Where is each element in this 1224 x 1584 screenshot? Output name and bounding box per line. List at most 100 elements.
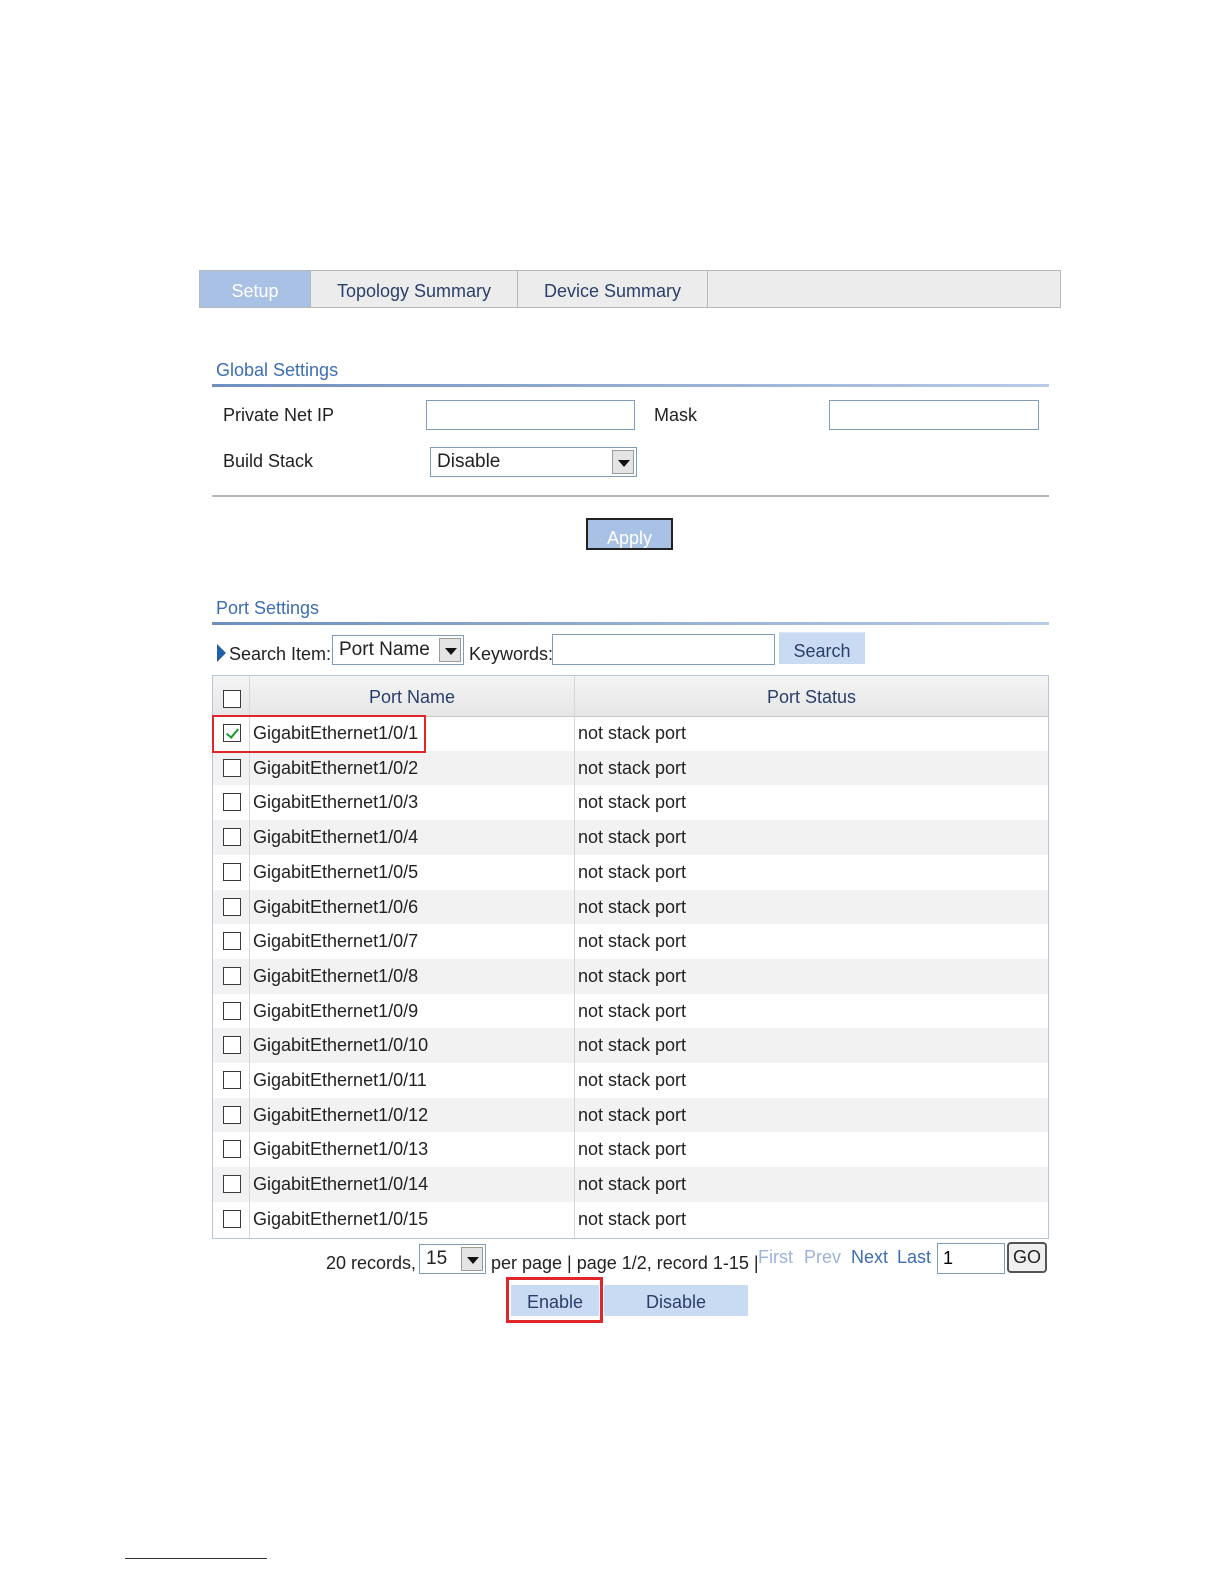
port-status-cell: not stack port (578, 1104, 687, 1125)
row-checkbox[interactable] (223, 1175, 241, 1194)
build-stack-label: Build Stack (223, 451, 314, 471)
port-status-cell: not stack port (578, 1070, 687, 1090)
port-settings-divider (212, 622, 1049, 625)
chevron-down-icon[interactable] (461, 1247, 483, 1271)
port-status-cell: not stack port (578, 723, 687, 743)
port-settings-title: Port Settings (216, 598, 320, 618)
search-item-value: Port Name (339, 639, 430, 660)
row-checkbox[interactable] (223, 862, 241, 881)
port-name-cell: GigabitEthernet1/0/11 (253, 1070, 427, 1090)
tab-device-summary[interactable]: Device Summary (518, 271, 708, 307)
table-row[interactable]: GigabitEthernet1/0/8 not stack port (213, 958, 1048, 994)
table-row[interactable]: GigabitEthernet1/0/6 not stack port (213, 889, 1048, 925)
row-checkbox[interactable] (223, 1209, 241, 1228)
port-name-cell: GigabitEthernet1/0/3 (253, 792, 419, 813)
keywords-label: Keywords: (469, 644, 554, 664)
row-checkbox[interactable] (223, 828, 241, 847)
table-row[interactable]: GigabitEthernet1/0/14 not stack port (213, 1167, 1048, 1202)
row-checkbox[interactable] (223, 897, 241, 916)
port-table: Port Name Port Status GigabitEthernet1/0… (212, 675, 1049, 1239)
port-status-cell: not stack port (578, 965, 687, 986)
table-row[interactable]: GigabitEthernet1/0/2 not stack port (213, 750, 1048, 786)
port-name-cell: GigabitEthernet1/0/8 (253, 965, 419, 986)
highlight-box-first-row (212, 715, 426, 753)
port-name-cell: GigabitEthernet1/0/12 (253, 1104, 429, 1125)
triangle-right-icon (217, 644, 226, 662)
table-row[interactable]: GigabitEthernet1/0/5 not stack port (213, 855, 1048, 890)
disable-button[interactable]: Disable (604, 1285, 748, 1316)
row-checkbox[interactable] (223, 1071, 241, 1089)
row-checkbox[interactable] (223, 793, 241, 812)
row-checkbox[interactable] (223, 932, 241, 951)
pager-info: per page | page 1/2, record 1-15 | (491, 1253, 759, 1273)
first-page-link[interactable]: First (758, 1247, 793, 1268)
highlight-box-enable (506, 1277, 603, 1323)
port-name-cell: GigabitEthernet1/0/9 (253, 1000, 419, 1021)
per-page-value: 15 (426, 1248, 448, 1269)
chevron-down-icon[interactable] (612, 450, 634, 474)
table-row[interactable]: GigabitEthernet1/0/9 not stack port (213, 994, 1048, 1029)
footnote-rule (125, 1558, 267, 1559)
build-stack-select[interactable]: Disable (430, 447, 637, 477)
port-name-cell: GigabitEthernet1/0/7 (253, 931, 419, 952)
port-name-cell: GigabitEthernet1/0/5 (253, 861, 419, 882)
table-row[interactable]: GigabitEthernet1/0/10 not stack port (213, 1028, 1048, 1063)
keywords-input[interactable] (552, 634, 775, 665)
select-all-checkbox[interactable] (223, 690, 241, 708)
chevron-down-icon[interactable] (439, 638, 461, 662)
search-button[interactable]: Search (779, 632, 865, 664)
apply-button[interactable]: Apply (586, 518, 673, 550)
row-checkbox[interactable] (223, 1001, 241, 1020)
port-status-cell: not stack port (578, 1139, 687, 1160)
row-checkbox[interactable] (223, 966, 241, 985)
port-name-cell: GigabitEthernet1/0/2 (253, 757, 419, 778)
table-row[interactable]: GigabitEthernet1/0/12 not stack port (213, 1097, 1048, 1133)
row-checkbox[interactable] (223, 1105, 241, 1124)
column-header-port-name[interactable]: Port Name (250, 676, 574, 716)
next-page-link[interactable]: Next (851, 1247, 888, 1268)
private-net-ip-label: Private Net IP (223, 405, 335, 425)
tab-topology-summary[interactable]: Topology Summary (311, 271, 518, 307)
port-status-cell: not stack port (578, 861, 687, 882)
port-status-cell: not stack port (578, 1174, 687, 1195)
column-divider (574, 716, 575, 1238)
row-checkbox[interactable] (223, 758, 241, 777)
port-status-cell: not stack port (578, 757, 687, 778)
port-name-cell: GigabitEthernet1/0/13 (253, 1139, 429, 1160)
port-status-cell: not stack port (578, 792, 687, 813)
last-page-link[interactable]: Last (897, 1247, 931, 1268)
row-checkbox[interactable] (223, 1036, 241, 1055)
go-button[interactable]: GO (1007, 1242, 1047, 1273)
table-row[interactable]: GigabitEthernet1/0/11 not stack port (213, 1063, 1048, 1098)
row-checkbox[interactable] (223, 1140, 241, 1159)
port-status-cell: not stack port (578, 1035, 687, 1056)
records-count: 20 records, (326, 1253, 417, 1273)
table-row[interactable]: GigabitEthernet1/0/13 not stack port (213, 1132, 1048, 1167)
port-name-cell: GigabitEthernet1/0/15 (253, 1208, 429, 1229)
global-settings-divider (212, 384, 1049, 387)
search-item-select[interactable]: Port Name (332, 635, 464, 665)
per-page-select[interactable]: 15 (419, 1244, 486, 1274)
build-stack-value: Disable (437, 451, 501, 472)
mask-input[interactable] (829, 400, 1039, 430)
port-name-cell: GigabitEthernet1/0/14 (253, 1174, 429, 1195)
private-net-ip-input[interactable] (426, 400, 635, 430)
table-row[interactable]: GigabitEthernet1/0/4 not stack port (213, 820, 1048, 855)
port-status-cell: not stack port (578, 1000, 687, 1021)
port-status-cell: not stack port (578, 931, 687, 952)
mask-label: Mask (654, 405, 698, 425)
port-status-cell: not stack port (578, 896, 687, 917)
table-row[interactable]: GigabitEthernet1/0/15 not stack port (213, 1202, 1048, 1237)
port-status-cell: not stack port (578, 1208, 687, 1229)
global-settings-title: Global Settings (216, 360, 339, 380)
column-divider (249, 716, 250, 1238)
column-header-port-status[interactable]: Port Status (575, 676, 1048, 716)
table-row[interactable]: GigabitEthernet1/0/7 not stack port (213, 924, 1048, 959)
prev-page-link[interactable]: Prev (804, 1247, 841, 1268)
global-settings-bottom-divider (212, 495, 1049, 497)
search-item-label: Search Item: (229, 644, 332, 664)
table-row[interactable]: GigabitEthernet1/0/3 not stack port (213, 785, 1048, 820)
page-number-input[interactable] (937, 1243, 1005, 1274)
tab-setup[interactable]: Setup (200, 271, 311, 307)
port-status-cell: not stack port (578, 827, 687, 848)
